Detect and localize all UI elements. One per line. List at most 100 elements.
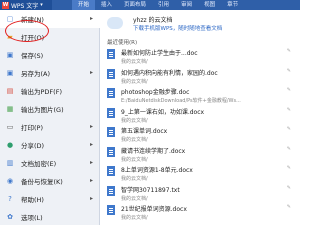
help-icon: ? bbox=[8, 195, 12, 203]
chevron-right-icon: ▸ bbox=[89, 141, 93, 148]
recent-file-path: 我的云文档/ bbox=[121, 117, 148, 124]
menu-item-label: 保存(S) bbox=[21, 52, 44, 60]
document-icon bbox=[107, 88, 115, 98]
recent-file-name: 最新如何防止学生由于...doc bbox=[121, 50, 198, 57]
save-as-icon: ▣ bbox=[6, 69, 14, 77]
menu-item-label: 输出为图片(G) bbox=[21, 106, 64, 114]
recent-file-item[interactable]: photoshop金融步骤.doc E:/BaiduNetdiskDownload… bbox=[107, 85, 297, 105]
recent-file-item[interactable]: 21世纪报单词资源.docx 我的云文档/ ✎ bbox=[107, 202, 297, 222]
menu-item-label: 另存为(A) bbox=[21, 70, 51, 78]
recent-file-item[interactable]: 如何遇内积向能有利情，家园的.doc 我的云文档/ ✎ bbox=[107, 66, 297, 86]
file-menu: ✿ 选项(L)? 帮助(H) ▸ ◉ 备份与恢复(K) ▸ ▥ 文档加密(E) ▸ ● 分享(D) ▸ ▭… bbox=[0, 10, 100, 225]
pin-icon[interactable]: ✎ bbox=[287, 146, 291, 152]
recent-file-item[interactable]: 8上单词资源1-8单元.docx 我的云文档/ ✎ bbox=[107, 163, 297, 183]
menu-item-label: 输出为PDF(F) bbox=[21, 88, 62, 96]
menu-item-10[interactable]: ? 帮助(H) ▸ bbox=[0, 190, 100, 208]
recent-title: 最近使用(R) bbox=[107, 40, 138, 46]
document-icon bbox=[107, 127, 115, 137]
menu-item-label: 分享(D) bbox=[21, 142, 45, 150]
cloud-login[interactable]: yhzz 的云文档 下载手机版WPS，随时随地查看文档 bbox=[101, 10, 300, 36]
pin-icon[interactable]: ✎ bbox=[287, 165, 291, 171]
print-icon: ▭ bbox=[6, 123, 14, 131]
document-icon bbox=[107, 166, 115, 176]
backup-icon: ◉ bbox=[6, 177, 14, 185]
menu-item-4[interactable]: ▤ 输出为PDF(F) bbox=[0, 82, 100, 100]
recent-file-path: 我的云文档/ bbox=[121, 176, 148, 182]
tab-0[interactable]: 开始 bbox=[72, 0, 96, 10]
recent-file-name: 第五课单词.docx bbox=[121, 128, 168, 135]
recent-file-name: 藏请书连续学期了.docx bbox=[121, 147, 186, 155]
document-icon bbox=[107, 107, 115, 118]
recent-file-path: 我的云文档/ bbox=[121, 137, 148, 143]
document-icon bbox=[107, 49, 115, 59]
recent-file-item[interactable]: 智学网30711897.txt 我的云文档/ ✎ bbox=[107, 183, 297, 203]
pin-icon[interactable]: ✎ bbox=[287, 107, 291, 113]
recent-panel: yhzz 的云文档 下载手机版WPS，随时随地查看文档 最近使用(R) 最新如何… bbox=[101, 10, 300, 225]
chevron-right-icon: ▸ bbox=[89, 69, 93, 76]
recent-file-name: 8上单词资源1-8单元.docx bbox=[121, 167, 193, 174]
pin-icon[interactable]: ✎ bbox=[287, 48, 291, 54]
menu-item-5[interactable]: ▦ 输出为图片(G) bbox=[0, 100, 100, 118]
highlight-circle bbox=[5, 20, 49, 42]
document-icon bbox=[107, 205, 115, 215]
recent-file-path: 我的云文档/ bbox=[121, 195, 148, 202]
menu-item-9[interactable]: ◉ 备份与恢复(K) ▸ bbox=[0, 172, 100, 190]
menu-item-11[interactable]: ✿ 选项(L) bbox=[0, 208, 100, 226]
image-icon: ▦ bbox=[6, 105, 14, 113]
recent-file-path: 我的云文档/ bbox=[121, 59, 148, 65]
menu-item-label: 选项(L) bbox=[21, 214, 43, 222]
pdf-icon: ▤ bbox=[6, 87, 14, 95]
tab-1[interactable]: 插入 bbox=[95, 0, 118, 10]
options-icon: ✿ bbox=[7, 213, 13, 221]
recent-file-item[interactable]: 藏请书连续学期了.docx 我的云文档/ ✎ bbox=[107, 144, 297, 164]
pin-icon[interactable]: ✎ bbox=[287, 204, 291, 210]
recent-file-item[interactable]: 最新如何防止学生由于...doc 我的云文档/ ✎ bbox=[107, 46, 297, 66]
recent-list: 最新如何防止学生由于...doc 我的云文档/✎ 如何遇内积向能有利情，家园的.do… bbox=[107, 46, 297, 222]
recent-file-item[interactable]: 9_上第一课右如，功如课.docx 我的云文档/ ✎ bbox=[107, 105, 297, 125]
recent-file-path: 我的云文档/ bbox=[121, 215, 148, 221]
pin-icon[interactable]: ✎ bbox=[287, 68, 291, 74]
document-icon bbox=[107, 68, 115, 79]
recent-file-name: 智学网30711897.txt bbox=[121, 186, 180, 194]
menu-item-label: 打印(P) bbox=[21, 124, 43, 132]
download-mobile-link[interactable]: 下载手机版WPS，随时随地查看文档 bbox=[133, 24, 222, 32]
tab-6[interactable]: 章节 bbox=[221, 0, 244, 10]
menu-item-7[interactable]: ● 分享(D) ▸ bbox=[0, 136, 100, 154]
pin-icon[interactable]: ✎ bbox=[287, 185, 291, 191]
cloud-icon bbox=[107, 17, 123, 29]
menu-item-6[interactable]: ▭ 打印(P) ▸ bbox=[0, 118, 100, 136]
chevron-right-icon: ▸ bbox=[89, 195, 93, 202]
menu-item-8[interactable]: ▥ 文档加密(E) ▸ bbox=[0, 154, 100, 172]
recent-file-name: photoshop金融步骤.doc bbox=[121, 89, 190, 96]
ribbon-tabs: 开始 插入 页面布局 引用 审阅 视图 章节 bbox=[72, 0, 244, 10]
tab-4[interactable]: 审阅 bbox=[175, 0, 198, 10]
recent-file-name: 21世纪报单词资源.docx bbox=[121, 206, 187, 213]
document-icon bbox=[107, 146, 115, 157]
tab-2[interactable]: 页面布局 bbox=[118, 0, 152, 10]
pin-icon[interactable]: ✎ bbox=[287, 87, 291, 93]
chevron-right-icon: ▸ bbox=[89, 177, 93, 184]
cloud-user-name: yhzz 的云文档 bbox=[133, 16, 173, 24]
menu-item-3[interactable]: ▣ 另存为(A) ▸ bbox=[0, 64, 100, 82]
chevron-right-icon: ▸ bbox=[89, 123, 93, 130]
chevron-down-icon: ▾ bbox=[40, 2, 43, 8]
app-title: WPS 文字 bbox=[11, 2, 39, 10]
menu-item-label: 文档加密(E) bbox=[21, 160, 57, 168]
menu-item-label: 帮助(H) bbox=[21, 196, 44, 204]
tab-5[interactable]: 视图 bbox=[198, 0, 221, 10]
document-icon bbox=[107, 185, 115, 196]
title-bar: W WPS 文字 ▾ 开始 插入 页面布局 引用 审阅 视图 章节 bbox=[0, 0, 300, 10]
chevron-right-icon: ▸ bbox=[89, 15, 93, 22]
tab-3[interactable]: 引用 bbox=[152, 0, 175, 10]
lock-icon: ▥ bbox=[6, 159, 14, 167]
recent-file-item[interactable]: 第五课单词.docx 我的云文档/ ✎ bbox=[107, 124, 297, 144]
wps-logo-icon: W bbox=[2, 1, 9, 9]
share-icon: ● bbox=[6, 141, 14, 149]
chevron-right-icon: ▸ bbox=[89, 159, 93, 166]
menu-item-2[interactable]: ▣ 保存(S) bbox=[0, 46, 100, 64]
recent-file-path: 我的云文档/ bbox=[121, 156, 148, 163]
app-menu-button[interactable]: W WPS 文字 ▾ bbox=[0, 0, 52, 10]
recent-file-path: E:/BaiduNetdiskDownload/Ps软件+金融教程/Ws... bbox=[121, 98, 241, 104]
pin-icon[interactable]: ✎ bbox=[287, 126, 291, 132]
recent-file-path: 我的云文档/ bbox=[121, 78, 148, 85]
